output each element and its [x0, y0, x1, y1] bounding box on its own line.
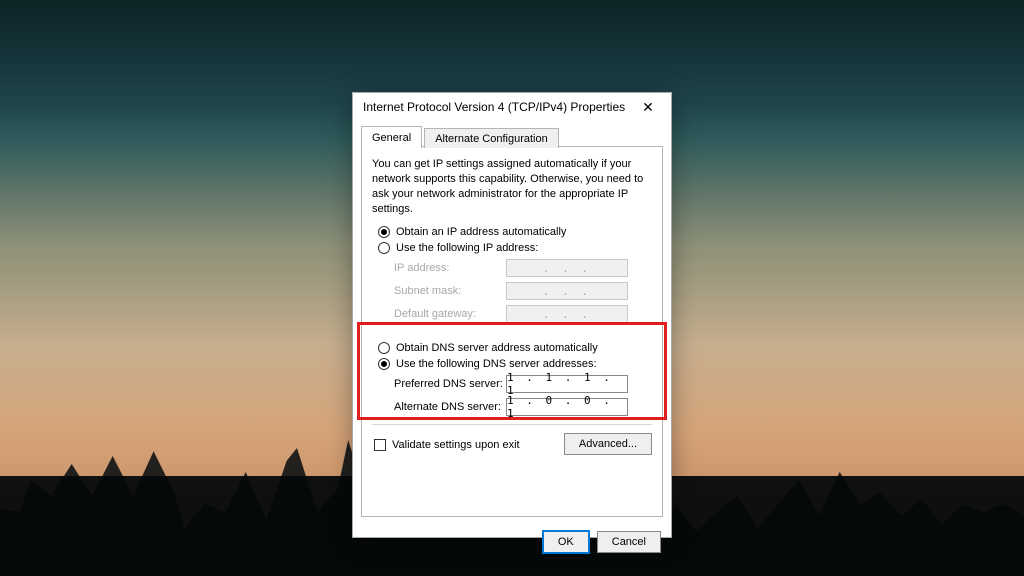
row-default-gateway: Default gateway: . . .: [394, 305, 652, 323]
advanced-button[interactable]: Advanced...: [564, 433, 652, 455]
input-default-gateway: . . .: [506, 305, 628, 323]
input-subnet-mask: . . .: [506, 282, 628, 300]
separator: [372, 424, 652, 425]
checkbox-label: Validate settings upon exit: [392, 439, 520, 451]
radio-obtain-dns-auto[interactable]: Obtain DNS server address automatically: [378, 342, 652, 354]
row-subnet-mask: Subnet mask: . . .: [394, 282, 652, 300]
radio-icon: [378, 226, 390, 238]
tab-alternate-configuration[interactable]: Alternate Configuration: [424, 128, 559, 148]
label-subnet-mask: Subnet mask:: [394, 285, 506, 297]
row-preferred-dns: Preferred DNS server: 1 . 1 . 1 . 1: [394, 375, 652, 393]
radio-icon: [378, 242, 390, 254]
input-ip-address: . . .: [506, 259, 628, 277]
ok-button[interactable]: OK: [543, 531, 589, 553]
radio-obtain-ip-auto[interactable]: Obtain an IP address automatically: [378, 226, 652, 238]
label-preferred-dns: Preferred DNS server:: [394, 378, 506, 390]
cancel-button[interactable]: Cancel: [597, 531, 661, 553]
input-alternate-dns[interactable]: 1 . 0 . 0 . 1: [506, 398, 628, 416]
radio-label: Use the following DNS server addresses:: [396, 358, 597, 370]
radio-label: Obtain an IP address automatically: [396, 226, 566, 238]
radio-icon: [378, 358, 390, 370]
titlebar[interactable]: Internet Protocol Version 4 (TCP/IPv4) P…: [353, 93, 671, 121]
radio-use-following-dns[interactable]: Use the following DNS server addresses:: [378, 358, 652, 370]
label-default-gateway: Default gateway:: [394, 308, 506, 320]
row-ip-address: IP address: . . .: [394, 259, 652, 277]
description-text: You can get IP settings assigned automat…: [372, 157, 652, 216]
tab-general[interactable]: General: [361, 126, 422, 148]
ipv4-properties-dialog: Internet Protocol Version 4 (TCP/IPv4) P…: [352, 92, 672, 538]
dialog-footer: OK Cancel: [353, 525, 671, 563]
tab-body-general: You can get IP settings assigned automat…: [361, 147, 663, 517]
row-alternate-dns: Alternate DNS server: 1 . 0 . 0 . 1: [394, 398, 652, 416]
tabstrip: General Alternate Configuration: [361, 125, 663, 147]
radio-label: Obtain DNS server address automatically: [396, 342, 598, 354]
radio-label: Use the following IP address:: [396, 242, 538, 254]
label-ip-address: IP address:: [394, 262, 506, 274]
close-icon[interactable]: ✕: [631, 96, 665, 118]
label-alternate-dns: Alternate DNS server:: [394, 401, 506, 413]
radio-use-following-ip[interactable]: Use the following IP address:: [378, 242, 652, 254]
dialog-title: Internet Protocol Version 4 (TCP/IPv4) P…: [363, 100, 625, 114]
input-preferred-dns[interactable]: 1 . 1 . 1 . 1: [506, 375, 628, 393]
checkbox-icon: [374, 439, 386, 451]
radio-icon: [378, 342, 390, 354]
